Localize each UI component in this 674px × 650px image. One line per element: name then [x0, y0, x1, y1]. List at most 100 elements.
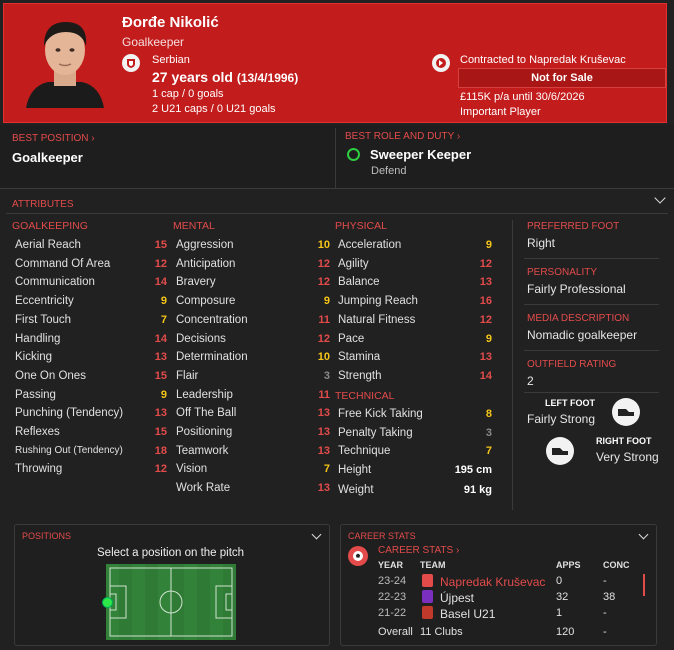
career-stats-link[interactable]: CAREER STATS › — [378, 545, 459, 556]
height-row: Height 195 cm — [338, 461, 492, 479]
career-apps: 1 — [556, 607, 563, 619]
divider — [524, 304, 659, 305]
attribute-row[interactable]: Reflexes 15 — [15, 423, 167, 441]
attribute-name: Vision — [176, 463, 208, 476]
divider — [6, 213, 668, 214]
attribute-row[interactable]: Eccentricity 9 — [15, 292, 167, 310]
right-foot-value: Very Strong — [596, 450, 659, 464]
career-team[interactable]: Újpest — [440, 591, 474, 605]
attribute-name: Passing — [15, 388, 56, 401]
right-foot-label: RIGHT FOOT — [596, 436, 652, 446]
personality-value: Fairly Professional — [527, 282, 626, 296]
attribute-row[interactable]: One On Ones 15 — [15, 367, 167, 385]
attribute-row[interactable]: Command Of Area 12 — [15, 255, 167, 273]
attribute-row[interactable]: Natural Fitness 12 — [338, 311, 492, 329]
col-conc[interactable]: CONC — [603, 560, 630, 570]
attribute-name: Stamina — [338, 351, 381, 364]
attribute-row[interactable]: Work Rate 13 — [176, 479, 330, 497]
attribute-row[interactable]: Balance 13 — [338, 273, 492, 291]
attribute-row[interactable]: First Touch 7 — [15, 311, 167, 329]
divider — [524, 258, 659, 259]
attribute-row[interactable]: Flair 3 — [176, 367, 330, 385]
weight-label: Weight — [338, 484, 374, 496]
attribute-row[interactable]: Concentration 11 — [176, 311, 330, 329]
overall-team: 11 Clubs — [420, 626, 463, 638]
attribute-row[interactable]: Pace 9 — [338, 330, 492, 348]
height-label: Height — [338, 464, 372, 476]
attribute-value: 12 — [317, 276, 330, 289]
gk-position-marker[interactable] — [102, 597, 113, 608]
club-crest-icon[interactable] — [432, 54, 450, 72]
attribute-value: 14 — [154, 276, 167, 289]
career-conc: - — [603, 607, 607, 619]
attribute-row[interactable]: Handling 14 — [15, 330, 167, 348]
football-icon — [348, 546, 368, 566]
attribute-row[interactable]: Passing 9 — [15, 386, 167, 404]
attribute-row[interactable]: Acceleration 9 — [338, 236, 492, 254]
attribute-name: Penalty Taking — [338, 426, 413, 439]
chevron-down-icon[interactable] — [654, 192, 666, 204]
attribute-row[interactable]: Communication 14 — [15, 273, 167, 291]
attribute-name: Aggression — [176, 239, 234, 251]
attribute-row[interactable]: Strength 14 — [338, 367, 492, 385]
attribute-row[interactable]: Leadership 11 — [176, 386, 330, 404]
contract-club[interactable]: Contracted to Napredak Kruševac — [460, 54, 626, 66]
attribute-value: 15 — [154, 239, 167, 251]
attribute-row[interactable]: Agility 12 — [338, 255, 492, 273]
boot-icon — [546, 437, 574, 465]
attribute-row[interactable]: Teamwork 13 — [176, 442, 330, 460]
wage: £115K p/a until 30/6/2026 — [460, 91, 585, 103]
attribute-value: 13 — [317, 482, 330, 495]
attribute-value: 9 — [485, 239, 492, 251]
col-year[interactable]: YEAR — [378, 560, 403, 570]
attribute-row[interactable]: Off The Ball 13 — [176, 404, 330, 422]
attribute-row[interactable]: Stamina 13 — [338, 348, 492, 366]
best-role-label: BEST ROLE AND DUTY — [345, 131, 455, 142]
career-year: 23-24 — [378, 575, 407, 587]
attribute-name: Off The Ball — [176, 407, 237, 420]
attribute-value: 13 — [317, 407, 330, 420]
attribute-row[interactable]: Jumping Reach 16 — [338, 292, 492, 310]
col-apps[interactable]: APPS — [556, 560, 581, 570]
career-apps: 32 — [556, 591, 569, 603]
attribute-value: 12 — [479, 313, 492, 326]
attribute-name: Throwing — [15, 463, 63, 476]
career-conc: - — [603, 575, 607, 587]
divider — [512, 220, 513, 510]
attribute-value: 10 — [317, 351, 330, 364]
attribute-row[interactable]: Determination 10 — [176, 348, 330, 366]
scrollbar[interactable] — [643, 574, 645, 596]
attribute-row[interactable]: Composure 9 — [176, 292, 330, 310]
attribute-row[interactable]: Punching (Tendency) 13 — [15, 404, 167, 422]
career-team[interactable]: Basel U21 — [440, 607, 495, 621]
attribute-row[interactable]: Vision 7 — [176, 460, 330, 478]
attribute-row[interactable]: Decisions 12 — [176, 330, 330, 348]
best-position-link[interactable]: BEST POSITION › — [12, 133, 95, 144]
attribute-row[interactable]: Penalty Taking 3 — [338, 424, 492, 442]
attribute-row[interactable]: Free Kick Taking 8 — [338, 405, 492, 423]
pitch[interactable] — [106, 564, 236, 640]
left-foot-value: Fairly Strong — [527, 412, 596, 426]
attribute-row[interactable]: Kicking 13 — [15, 348, 167, 366]
best-role-link[interactable]: BEST ROLE AND DUTY › — [345, 131, 460, 142]
attribute-row[interactable]: Aggression 10 — [176, 236, 330, 254]
best-position-value: Goalkeeper — [12, 150, 83, 165]
col-team[interactable]: TEAM — [420, 560, 446, 570]
weight-value: 91 kg — [463, 484, 492, 496]
attribute-row[interactable]: Bravery 12 — [176, 273, 330, 291]
personality-label: PERSONALITY — [527, 267, 598, 278]
attribute-row[interactable]: Anticipation 12 — [176, 255, 330, 273]
attribute-value: 10 — [317, 239, 330, 251]
attribute-name: Acceleration — [338, 239, 402, 251]
transfer-status[interactable]: Not for Sale — [458, 68, 666, 88]
attribute-row[interactable]: Aerial Reach 15 — [15, 236, 167, 254]
attribute-row[interactable]: Rushing Out (Tendency) 18 — [15, 442, 167, 460]
attribute-value: 18 — [154, 444, 167, 457]
career-year: 21-22 — [378, 607, 407, 619]
career-team[interactable]: Napredak Kruševac — [440, 575, 545, 589]
overall-apps: 120 — [556, 626, 575, 638]
attribute-row[interactable]: Throwing 12 — [15, 460, 167, 478]
attribute-row[interactable]: Positioning 13 — [176, 423, 330, 441]
serbia-flag-icon[interactable] — [122, 54, 140, 72]
attribute-row[interactable]: Technique 7 — [338, 442, 492, 460]
